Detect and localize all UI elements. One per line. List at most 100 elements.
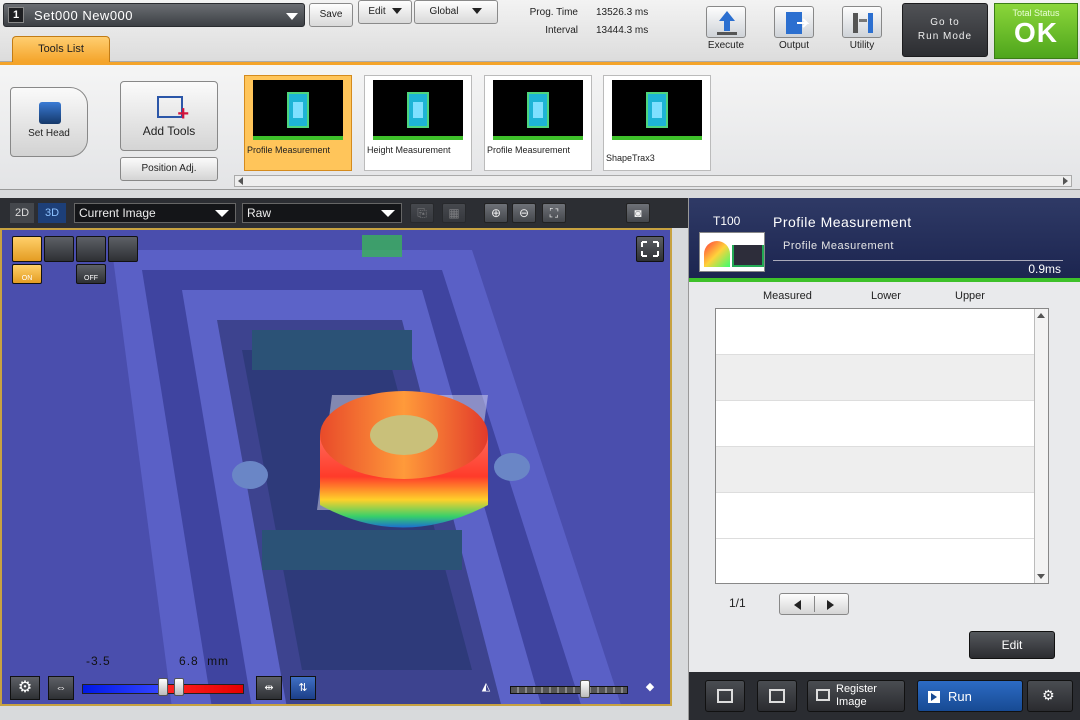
chevron-down-icon [391,8,402,15]
expand-range-icon[interactable]: ⇹ [256,676,282,700]
register-image-label-line2: Image [836,696,867,708]
tab-tools-list[interactable]: Tools List [12,36,110,62]
tool-thumbnail [493,80,583,140]
scroll-up-icon[interactable] [1037,313,1045,318]
header-divider [773,260,1063,261]
table-row[interactable] [716,401,1048,447]
z-scale-handle[interactable] [580,680,590,698]
utility-button[interactable]: Utility [834,6,890,58]
next-page-icon[interactable] [827,600,834,610]
tool-result-panel: T100 Profile Measurement Profile Measure… [688,198,1080,720]
set-head-button[interactable]: Set Head [10,87,88,157]
tool-item-profile-measurement-2[interactable]: Profile Measurement [484,75,592,171]
range-min: -3.5 [86,654,111,668]
scroll-right-icon[interactable] [1063,177,1068,185]
copy-icon[interactable]: ⎘ [410,203,434,223]
z-scale-icon: ◭ [481,681,491,693]
page-nav-divider [814,596,815,612]
tool-item-shapetrax3[interactable]: ShapeTrax3 [603,75,711,171]
range-min-handle[interactable] [158,678,168,696]
setting-title: Set000 New000 [34,8,134,23]
overlay-mode-1-button[interactable] [12,236,42,262]
setting-selector[interactable]: 1 Set000 New000 [3,3,305,27]
display-mode-value: Raw [247,206,272,220]
overlay-off-label: OFF [84,275,98,282]
prog-time-value: 13526.3 ms [596,7,649,18]
position-adjust-button[interactable]: Position Adj. [120,157,218,181]
table-row[interactable] [716,447,1048,493]
scope-dropdown[interactable]: Global [414,0,498,24]
table-row[interactable] [716,493,1048,539]
overlay-on-button[interactable]: ON [12,264,42,284]
run-settings-button[interactable]: ⚙ [1027,680,1073,712]
execute-label: Execute [707,40,745,51]
page-indicator: 1/1 [729,596,746,610]
film-strip-icon [717,689,733,703]
overlay-mode-3-button[interactable] [76,236,106,262]
col-measured: Measured [763,290,812,302]
gear-icon[interactable]: ⚙ [10,676,40,700]
scroll-down-icon[interactable] [1037,574,1045,579]
interval-label: Interval [545,25,578,36]
bottom-action-bar: Register Image Run ⚙ [689,672,1080,720]
execute-button[interactable]: Execute [698,6,754,58]
run-mode-label-line1: Go to [930,17,960,28]
set-number-badge: 1 [8,7,24,23]
zoom-in-icon[interactable]: ⊕ [484,203,508,223]
settings-gear-icon: ⚙ [1042,687,1055,703]
expand-icon[interactable] [636,236,664,262]
run-button[interactable]: Run [917,680,1023,712]
edit-dropdown[interactable]: Edit [358,0,412,24]
paste-icon[interactable]: ▦ [442,203,466,223]
height-map-render [2,230,670,704]
prog-time-label: Prog. Time [529,7,578,18]
range-max-handle[interactable] [174,678,184,696]
film-strip-button[interactable] [705,680,745,712]
add-tools-button[interactable]: Add Tools [120,81,218,151]
register-image-icon [816,689,830,701]
z-scale-slider[interactable] [510,686,628,694]
view-3d-button[interactable]: 3D [38,203,66,223]
vertical-flip-icon[interactable]: ⇅ [290,676,316,700]
add-tools-label: Add Tools [142,124,196,138]
output-icon [774,6,814,38]
image-history-button[interactable] [757,680,797,712]
save-button[interactable]: Save [309,3,353,27]
register-image-button[interactable]: Register Image [807,680,905,712]
overlay-on-label: ON [21,275,33,282]
overlay-off-button[interactable]: OFF [76,264,106,284]
run-label: Run [948,689,972,704]
execute-icon [706,6,746,38]
output-label: Output [778,40,810,51]
tools-horizontal-scrollbar[interactable] [234,175,1072,187]
tool-id: T100 [713,214,741,228]
table-row[interactable] [716,355,1048,401]
tool-name: Profile Measurement [773,214,912,230]
view-2d-button[interactable]: 2D [10,203,34,223]
tool-item-label: Profile Measurement [247,145,331,155]
tool-item-profile-measurement-1[interactable]: Profile Measurement [244,75,352,171]
previous-page-icon[interactable] [794,600,801,610]
zoom-out-icon[interactable]: ⊖ [512,203,536,223]
image-source-select[interactable]: Current Image [74,203,236,223]
table-row[interactable] [716,309,1048,355]
chevron-down-icon [286,13,298,20]
edit-tool-button[interactable]: Edit [969,631,1055,659]
overlay-mode-4-button[interactable] [108,236,138,262]
camera-capture-icon[interactable]: ◙ [626,203,650,223]
result-table[interactable] [715,308,1049,584]
3d-height-image[interactable]: ON OFF [0,228,672,706]
go-to-run-mode-button[interactable]: Go to Run Mode [902,3,988,57]
set-head-label: Set Head [28,128,70,139]
scroll-left-icon[interactable] [238,177,243,185]
overlay-mode-2-button[interactable] [44,236,74,262]
output-button[interactable]: Output [766,6,822,58]
image-source-value: Current Image [79,206,156,220]
fit-screen-icon[interactable]: ⛶ [542,203,566,223]
result-vertical-scrollbar[interactable] [1034,309,1048,583]
tool-item-height-measurement[interactable]: Height Measurement [364,75,472,171]
range-max: 6.8 [179,654,199,668]
scope-dropdown-label: Global [429,6,459,17]
shrink-range-icon[interactable]: ⇔ [48,676,74,700]
display-mode-select[interactable]: Raw [242,203,402,223]
